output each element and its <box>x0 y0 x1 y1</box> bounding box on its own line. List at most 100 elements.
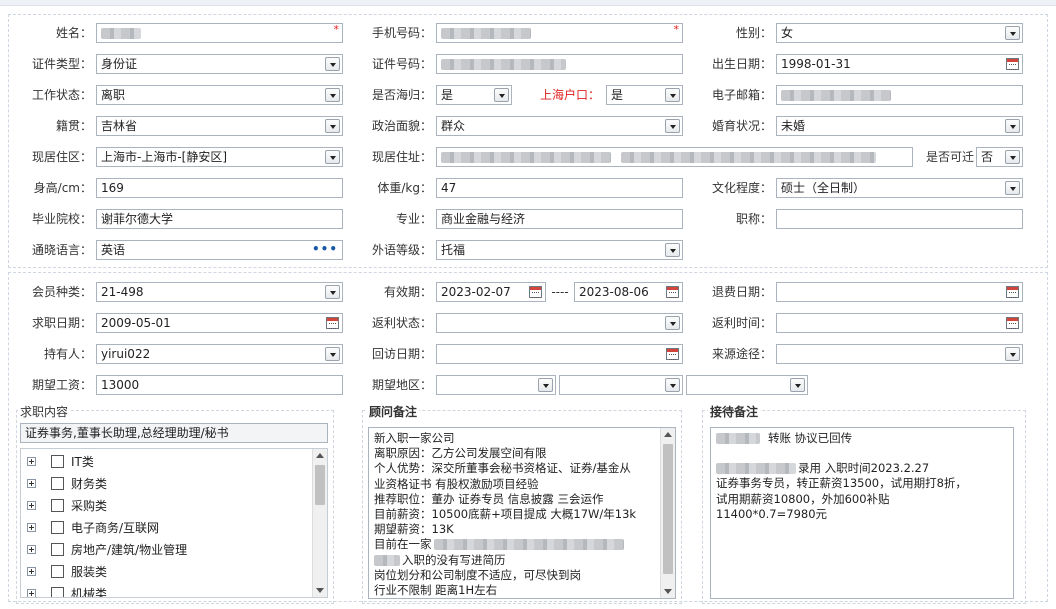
checkbox[interactable] <box>51 565 64 578</box>
checkbox[interactable] <box>51 587 64 597</box>
checkbox[interactable] <box>51 521 64 534</box>
expand-icon[interactable] <box>27 545 36 554</box>
more-icon[interactable]: ••• <box>312 241 338 257</box>
chevron-down-icon[interactable] <box>494 88 509 102</box>
marital-select[interactable]: 未婚 <box>776 116 1023 136</box>
residence-area-select[interactable]: 上海市-上海市-[静安区] <box>96 147 343 167</box>
major-field[interactable]: 商业金融与经济 <box>436 209 683 229</box>
chevron-down-icon[interactable] <box>325 57 340 71</box>
chevron-down-icon[interactable] <box>665 88 680 102</box>
calendar-icon[interactable] <box>666 348 679 360</box>
id-type-value: 身份证 <box>101 57 138 71</box>
holder-select[interactable]: yirui022 <box>96 344 343 364</box>
scroll-thumb[interactable] <box>663 444 673 574</box>
chevron-down-icon[interactable] <box>325 347 340 361</box>
member-type-select[interactable]: 21-498 <box>96 282 343 302</box>
weight-field[interactable]: 47 <box>436 178 683 198</box>
calendar-icon[interactable] <box>1006 286 1019 298</box>
work-status-label: 工作状态： <box>31 88 92 102</box>
expand-icon[interactable] <box>27 457 36 466</box>
birth-date-field[interactable]: 1998-01-31 <box>776 54 1023 74</box>
source-select[interactable] <box>776 344 1023 364</box>
title-field[interactable] <box>776 209 1023 229</box>
chevron-down-icon[interactable] <box>665 243 680 257</box>
job-date-field[interactable]: 2009-05-01 <box>96 313 343 333</box>
hukou-label: 上海户口： <box>539 88 600 102</box>
reachable-select[interactable]: 否 <box>976 147 1023 167</box>
rebate-status-select[interactable] <box>436 313 683 333</box>
scroll-down-icon[interactable] <box>316 588 324 593</box>
origin-select[interactable]: 吉林省 <box>96 116 343 136</box>
education-select[interactable]: 硕士（全日制） <box>776 178 1023 198</box>
phone-field[interactable]: * <box>436 23 683 43</box>
chevron-down-icon[interactable] <box>325 88 340 102</box>
region-province-select[interactable] <box>436 375 556 395</box>
marital-label: 婚育状况： <box>711 119 772 133</box>
calendar-icon[interactable] <box>529 286 542 298</box>
foreign-level-select[interactable]: 托福 <box>436 240 683 260</box>
reception-notes-textarea[interactable]: 转账 协议已回传 录用 入职时间2023.2.27 证券事务专员，转正薪资135… <box>710 427 1014 599</box>
scroll-up-icon[interactable] <box>664 432 672 437</box>
region-district-select[interactable] <box>686 375 808 395</box>
calendar-icon[interactable] <box>1006 58 1019 70</box>
calendar-icon[interactable] <box>1006 317 1019 329</box>
chevron-down-icon[interactable] <box>1005 150 1020 164</box>
scroll-down-icon[interactable] <box>664 589 672 594</box>
expand-icon[interactable] <box>27 523 36 532</box>
school-field[interactable]: 谢菲尔德大学 <box>96 209 343 229</box>
notes-scrollbar[interactable] <box>660 428 675 598</box>
work-status-select[interactable]: 离职 <box>96 85 343 105</box>
name-field[interactable]: * <box>96 23 343 43</box>
gender-value: 女 <box>781 26 794 40</box>
overseas-select[interactable]: 是 <box>436 85 512 105</box>
chevron-down-icon[interactable] <box>1005 347 1020 361</box>
redacted-text <box>441 152 611 163</box>
calendar-icon[interactable] <box>326 317 339 329</box>
id-type-select[interactable]: 身份证 <box>96 54 343 74</box>
chevron-down-icon[interactable] <box>665 378 680 392</box>
checkbox[interactable] <box>51 543 64 556</box>
rebate-time-field[interactable] <box>776 313 1023 333</box>
gender-select[interactable]: 女 <box>776 23 1023 43</box>
chevron-down-icon[interactable] <box>1005 119 1020 133</box>
political-select[interactable]: 群众 <box>436 116 683 136</box>
id-no-field[interactable] <box>436 54 683 74</box>
calendar-icon[interactable] <box>666 286 679 298</box>
chevron-down-icon[interactable] <box>538 378 553 392</box>
chevron-down-icon[interactable] <box>1005 26 1020 40</box>
visit-date-field[interactable] <box>436 344 683 364</box>
refund-date-field[interactable] <box>776 282 1023 302</box>
chevron-down-icon[interactable] <box>665 119 680 133</box>
political-value: 群众 <box>441 119 466 133</box>
hukou-select[interactable]: 是 <box>606 85 683 105</box>
chevron-down-icon[interactable] <box>790 378 805 392</box>
scroll-up-icon[interactable] <box>316 453 324 458</box>
birth-value: 1998-01-31 <box>781 57 851 71</box>
valid-to-field[interactable]: 2023-08-06 <box>574 282 683 302</box>
category-tree[interactable]: IT类 财务类 采购类 电子商务/互联网 房地产/建筑/物业管理 服装类 机械类 <box>20 448 328 598</box>
chevron-down-icon[interactable] <box>325 119 340 133</box>
consultant-notes-textarea[interactable]: 新入职一家公司 离职原因：乙方公司发展空间有限 个人优势：深交所董事会秘书资格证… <box>368 427 676 599</box>
scroll-thumb[interactable] <box>315 465 325 505</box>
checkbox[interactable] <box>51 455 64 468</box>
chevron-down-icon[interactable] <box>665 316 680 330</box>
region-city-select[interactable] <box>559 375 683 395</box>
expand-icon[interactable] <box>27 567 36 576</box>
tree-scrollbar[interactable] <box>312 449 327 597</box>
checkbox[interactable] <box>51 477 64 490</box>
email-field[interactable] <box>776 85 1023 105</box>
note-line: 转账 协议已回传 <box>768 431 853 445</box>
chevron-down-icon[interactable] <box>1005 181 1020 195</box>
height-field[interactable]: 169 <box>96 178 343 198</box>
job-content-selected[interactable]: 证券事务,董事长助理,总经理助理/秘书 <box>20 423 328 443</box>
address-field[interactable] <box>436 147 913 167</box>
expand-icon[interactable] <box>27 479 36 488</box>
language-field[interactable]: 英语 ••• <box>96 240 343 260</box>
checkbox[interactable] <box>51 499 64 512</box>
expand-icon[interactable] <box>27 589 36 597</box>
chevron-down-icon[interactable] <box>325 285 340 299</box>
salary-field[interactable]: 13000 <box>96 375 343 395</box>
valid-from-field[interactable]: 2023-02-07 <box>436 282 546 302</box>
chevron-down-icon[interactable] <box>325 150 340 164</box>
expand-icon[interactable] <box>27 501 36 510</box>
